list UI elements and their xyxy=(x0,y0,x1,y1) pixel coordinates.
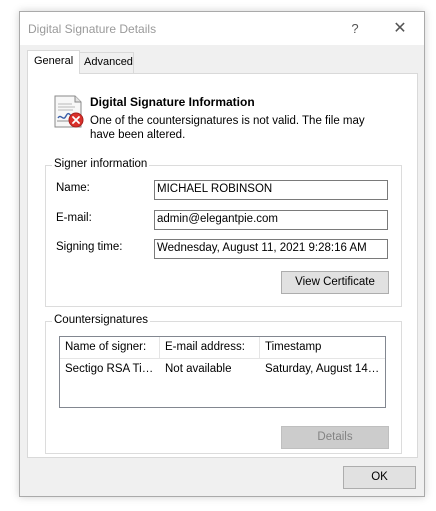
window-title: Digital Signature Details xyxy=(28,22,157,36)
signer-name-cell: Sectigo RSA Time Stamping Signer #2 xyxy=(65,363,158,375)
signature-details-dialog: Digital Signature Details ? ✕ General Ad… xyxy=(19,11,425,497)
ok-button[interactable]: OK xyxy=(343,466,416,489)
signer-information-group: Signer information Name: MICHAEL ROBINSO… xyxy=(45,158,402,307)
list-item[interactable]: Sectigo RSA Time Stamping Signer #2 Not … xyxy=(60,359,385,381)
signer-group-label: Signer information xyxy=(52,158,150,170)
tab-advanced[interactable]: Advanced xyxy=(77,52,134,73)
countersignatures-group-label: Countersignatures xyxy=(52,314,150,326)
info-title: Digital Signature Information xyxy=(90,95,255,109)
column-header-timestamp[interactable]: Timestamp xyxy=(260,337,385,359)
close-icon[interactable]: ✕ xyxy=(388,19,412,39)
view-certificate-button[interactable]: View Certificate xyxy=(281,271,389,294)
email-label: E-mail: xyxy=(56,212,92,224)
column-header-name[interactable]: Name of signer: xyxy=(60,337,160,359)
general-tab-panel: Digital Signature Information One of the… xyxy=(27,73,418,458)
info-message: One of the countersignatures is not vali… xyxy=(90,115,365,141)
signing-time-label: Signing time: xyxy=(56,241,123,253)
email-field[interactable]: admin@elegantpie.com xyxy=(154,210,388,230)
title-bar: Digital Signature Details ? ✕ xyxy=(20,12,424,45)
name-label: Name: xyxy=(56,182,90,194)
signing-time-field[interactable]: Wednesday, August 11, 2021 9:28:16 AM xyxy=(154,239,388,259)
timestamp-cell: Saturday, August 14, 2021 xyxy=(265,363,382,375)
list-header: Name of signer: E-mail address: Timestam… xyxy=(60,337,385,359)
signature-error-icon xyxy=(54,95,84,128)
email-cell: Not available xyxy=(165,363,232,375)
details-button[interactable]: Details xyxy=(281,426,389,449)
name-field[interactable]: MICHAEL ROBINSON xyxy=(154,180,388,200)
tab-general[interactable]: General xyxy=(27,50,81,74)
help-icon[interactable]: ? xyxy=(343,19,367,39)
countersignatures-group: Countersignatures Name of signer: E-mail… xyxy=(45,314,402,454)
column-header-email[interactable]: E-mail address: xyxy=(160,337,260,359)
countersignatures-list[interactable]: Name of signer: E-mail address: Timestam… xyxy=(59,336,386,408)
